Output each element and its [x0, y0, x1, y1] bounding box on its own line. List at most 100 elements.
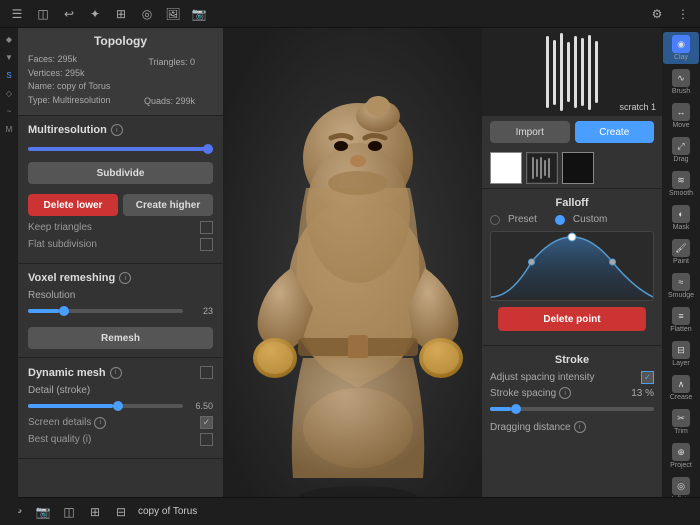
- dynamic-mesh-toggle[interactable]: [200, 366, 213, 379]
- alpha-thumb-strokes[interactable]: [526, 152, 558, 184]
- custom-radio[interactable]: [555, 215, 565, 225]
- create-button[interactable]: Create: [575, 121, 655, 143]
- inflate-icon: ◎: [672, 477, 690, 495]
- adjust-spacing-checkbox[interactable]: ✓: [641, 371, 654, 384]
- top-toolbar: ☰ ◫ ↩ ✦ ⊞ ◎ 🖼 📷 ⚙ ⋮: [0, 0, 700, 28]
- smooth-icon: ≋: [672, 171, 690, 189]
- import-button[interactable]: Import: [490, 121, 570, 143]
- stroke-7: [588, 35, 591, 110]
- stroke-spacing-slider[interactable]: [490, 403, 654, 415]
- screen-details-row: Screen details i ✓: [28, 416, 213, 429]
- flat-subdivision-label: Flat subdivision: [28, 239, 97, 250]
- screen-details-info[interactable]: i: [94, 417, 106, 429]
- tool-drag[interactable]: ⤢ Drag: [663, 134, 699, 166]
- sidebar-icon-3[interactable]: ◇: [2, 86, 16, 100]
- tool-flatten[interactable]: ≡ Flatten: [663, 304, 699, 336]
- adjust-spacing-label: Adjust spacing intensity: [490, 372, 595, 383]
- multiresolution-section: Multiresolution i Subdivide Delete lower…: [18, 116, 223, 264]
- toolbar-icon-more[interactable]: ⋮: [674, 5, 692, 23]
- detail-thumb[interactable]: [113, 401, 123, 411]
- bottom-icon-scene[interactable]: ◫: [60, 503, 78, 521]
- tool-move[interactable]: ↔ Move: [663, 100, 699, 132]
- sidebar-icon-sym[interactable]: S: [2, 68, 16, 82]
- bottom-icon-camera[interactable]: 📷: [34, 503, 52, 521]
- right-toolbar: ◉ Clay ∿ Brush ↔ Move ⤢ Drag ≋ Smooth ◐ …: [662, 28, 700, 525]
- voxel-remeshing-section: Voxel remeshing i Resolution 23 Remesh: [18, 264, 223, 358]
- tool-project[interactable]: ⊕ Project: [663, 440, 699, 472]
- dragging-distance-info[interactable]: i: [574, 421, 586, 433]
- topology-title: Topology: [28, 34, 213, 48]
- preset-radio[interactable]: [490, 215, 500, 225]
- toolbar-icon-menu[interactable]: ☰: [8, 5, 26, 23]
- flat-subdivision-checkbox[interactable]: [200, 238, 213, 251]
- dynamic-mesh-left: Dynamic mesh i: [28, 367, 122, 379]
- sidebar-icon-mask[interactable]: M: [2, 122, 16, 136]
- resolution-slider[interactable]: [28, 305, 183, 317]
- toolbar-icon-circle[interactable]: ◎: [138, 5, 156, 23]
- move-label: Move: [672, 122, 689, 129]
- keep-triangles-row: Keep triangles: [28, 221, 213, 234]
- toolbar-icon-image[interactable]: 🖼: [164, 5, 182, 23]
- multiresolution-info-icon[interactable]: i: [111, 124, 123, 136]
- voxel-info-icon[interactable]: i: [119, 272, 131, 284]
- stroke-3: [560, 33, 563, 111]
- subdivide-button[interactable]: Subdivide: [28, 162, 213, 184]
- canvas-area[interactable]: [223, 28, 493, 525]
- falloff-curve[interactable]: [490, 231, 654, 301]
- toolbar-icon-edit[interactable]: ✦: [86, 5, 104, 23]
- trim-label: Trim: [674, 428, 688, 435]
- tool-smooth[interactable]: ≋ Smooth: [663, 168, 699, 200]
- best-quality-checkbox[interactable]: [200, 433, 213, 446]
- custom-label: Custom: [573, 214, 607, 225]
- multiresolution-thumb[interactable]: [203, 144, 213, 154]
- tool-trim[interactable]: ✂ Trim: [663, 406, 699, 438]
- bottom-icon-layers[interactable]: ⊟: [112, 503, 130, 521]
- delete-point-button[interactable]: Delete point: [498, 307, 646, 331]
- dynamic-mesh-info-icon[interactable]: i: [110, 367, 122, 379]
- smudge-icon: ≈: [672, 273, 690, 291]
- stroke-spacing-thumb[interactable]: [511, 404, 521, 414]
- sidebar-icon-2[interactable]: ▼: [2, 50, 16, 64]
- delete-lower-button[interactable]: Delete lower: [28, 194, 118, 216]
- tool-crease[interactable]: ∧ Crease: [663, 372, 699, 404]
- triangles-label: Triangles: 0: [148, 56, 195, 70]
- sidebar-icon-1[interactable]: ◆: [2, 32, 16, 46]
- drag-label: Drag: [673, 156, 688, 163]
- tool-layer[interactable]: ⊟ Layer: [663, 338, 699, 370]
- resolution-thumb[interactable]: [59, 306, 69, 316]
- resolution-track: [28, 309, 183, 313]
- tool-brush[interactable]: ∿ Brush: [663, 66, 699, 98]
- name-label: Name: copy of Torus: [28, 80, 213, 94]
- resolution-label: Resolution: [28, 290, 213, 301]
- bottom-icon-grid[interactable]: ⊞: [86, 503, 104, 521]
- stroke-1: [546, 36, 549, 108]
- toolbar-icon-folder[interactable]: ◫: [34, 5, 52, 23]
- sidebar-icon-smooth[interactable]: ~: [2, 104, 16, 118]
- keep-triangles-checkbox[interactable]: [200, 221, 213, 234]
- flatten-icon: ≡: [672, 307, 690, 325]
- clay-icon: ◉: [672, 35, 690, 53]
- tool-paint[interactable]: 🖌 Paint: [663, 236, 699, 268]
- stroke-spacing-info[interactable]: i: [559, 387, 571, 399]
- multiresolution-title: Multiresolution: [28, 124, 107, 136]
- tool-smudge[interactable]: ≈ Smudge: [663, 270, 699, 302]
- toolbar-icon-grid[interactable]: ⊞: [112, 5, 130, 23]
- tool-mask[interactable]: ◐ Mask: [663, 202, 699, 234]
- multiresolution-slider[interactable]: [28, 142, 213, 156]
- tool-clay[interactable]: ◉ Clay: [663, 32, 699, 64]
- create-higher-button[interactable]: Create higher: [123, 194, 213, 216]
- remesh-button[interactable]: Remesh: [28, 327, 213, 349]
- stroke-spacing-label-row: Stroke spacing i 13 %: [490, 387, 654, 399]
- right-panel: scratch 1 Import Create Falloff Preset: [482, 28, 662, 525]
- topology-section: Topology Faces: 295k Vertices: 295k Tria…: [18, 28, 223, 116]
- dragging-distance-row: Dragging distance i: [490, 421, 654, 433]
- alpha-thumb-black[interactable]: [562, 152, 594, 184]
- detail-slider[interactable]: [28, 400, 183, 412]
- project-label: Project: [670, 462, 692, 469]
- alpha-thumb-white[interactable]: [490, 152, 522, 184]
- detail-label: Detail (stroke): [28, 385, 213, 396]
- toolbar-icon-camera[interactable]: 📷: [190, 5, 208, 23]
- toolbar-icon-settings[interactable]: ⚙: [648, 5, 666, 23]
- toolbar-icon-undo[interactable]: ↩: [60, 5, 78, 23]
- screen-details-checkbox[interactable]: ✓: [200, 416, 213, 429]
